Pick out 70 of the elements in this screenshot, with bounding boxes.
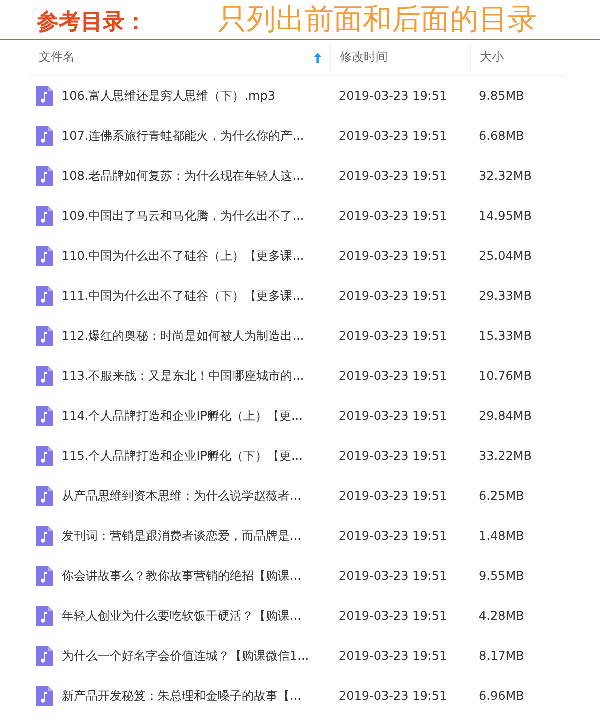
modified-time: 2019-03-23 19:51: [338, 369, 448, 383]
file-name[interactable]: 112.爆红的奥秘：时尚是如何被人为制造出...: [62, 328, 304, 344]
file-size: 25.04MB: [478, 249, 533, 263]
file-name[interactable]: 109.中国出了马云和马化腾，为什么出不了...: [62, 208, 304, 224]
file-size: 1.48MB: [478, 529, 526, 543]
modified-time: 2019-03-23 19:51: [338, 569, 448, 583]
music-file-icon: [36, 686, 53, 706]
column-header[interactable]: 修改时间: [330, 44, 470, 71]
file-size: 9.55MB: [478, 569, 526, 583]
sort-arrow-icon: [314, 52, 322, 62]
file-name[interactable]: 108.老品牌如何复苏：为什么现在年轻人这...: [62, 168, 304, 184]
file-name[interactable]: 106.富人思维还是穷人思维（下）.mp3: [62, 88, 276, 104]
file-name[interactable]: 年轻人创业为什么要吃软饭干硬活？【购课...: [62, 608, 302, 624]
modified-time: 2019-03-23 19:51: [338, 209, 448, 223]
modified-time: 2019-03-23 19:51: [338, 289, 448, 303]
modified-time: 2019-03-23 19:51: [338, 249, 448, 263]
file-name[interactable]: 113.不服来战：又是东北！中国哪座城市的...: [62, 368, 304, 384]
music-file-icon: [36, 446, 53, 466]
music-file-icon: [36, 526, 53, 546]
modified-time: 2019-03-23 19:51: [338, 449, 448, 463]
file-size: 8.17MB: [478, 649, 526, 663]
file-size: 15.33MB: [478, 329, 533, 343]
file-size: 33.22MB: [478, 449, 533, 463]
file-size: 6.68MB: [478, 129, 526, 143]
music-file-icon: [36, 326, 53, 346]
file-name[interactable]: 114.个人品牌打造和企业IP孵化（上）【更...: [62, 408, 303, 424]
modified-time: 2019-03-23 19:51: [338, 329, 448, 343]
modified-time: 2019-03-23 19:51: [338, 409, 448, 423]
banner-title: 参考目录：: [37, 8, 148, 36]
music-file-icon: [36, 246, 53, 266]
modified-time: 2019-03-23 19:51: [338, 169, 448, 183]
column-header[interactable]: 文件名: [30, 44, 330, 71]
music-file-icon: [36, 166, 53, 186]
file-name[interactable]: 新产品开发秘笈：朱总理和金嗓子的故事【...: [62, 688, 302, 704]
file-name[interactable]: 110.中国为什么出不了硅谷（上）【更多课...: [62, 248, 304, 264]
file-size: 10.76MB: [478, 369, 533, 383]
file-name[interactable]: 111.中国为什么出不了硅谷（下）【更多课...: [62, 288, 304, 304]
music-file-icon: [36, 606, 53, 626]
banner-note: 只列出前面和后面的目录: [218, 3, 537, 38]
file-size: 14.95MB: [478, 209, 533, 223]
music-file-icon: [36, 406, 53, 426]
file-size: 4.28MB: [478, 609, 526, 623]
music-file-icon: [36, 86, 53, 106]
file-name[interactable]: 107.连佛系旅行青蛙都能火，为什么你的产...: [62, 128, 304, 144]
modified-time: 2019-03-23 19:51: [338, 689, 448, 703]
file-size: 29.33MB: [478, 289, 533, 303]
column-header[interactable]: 大小: [470, 44, 540, 71]
file-name[interactable]: 你会讲故事么？教你故事营销的绝招【购课...: [62, 568, 302, 584]
modified-time: 2019-03-23 19:51: [338, 529, 448, 543]
file-size: 6.25MB: [478, 489, 526, 503]
file-size: 9.85MB: [478, 89, 526, 103]
music-file-icon: [36, 206, 53, 226]
music-file-icon: [36, 286, 53, 306]
file-name[interactable]: 发刊词：营销是跟消费者谈恋爱，而品牌是...: [62, 528, 302, 544]
music-file-icon: [36, 486, 53, 506]
file-size: 29.84MB: [478, 409, 533, 423]
modified-time: 2019-03-23 19:51: [338, 89, 448, 103]
file-name[interactable]: 115.个人品牌打造和企业IP孵化（下）【更...: [62, 448, 303, 464]
music-file-icon: [36, 566, 53, 586]
music-file-icon: [36, 366, 53, 386]
music-file-icon: [36, 126, 53, 146]
modified-time: 2019-03-23 19:51: [338, 649, 448, 663]
file-size: 32.32MB: [478, 169, 533, 183]
modified-time: 2019-03-23 19:51: [338, 489, 448, 503]
modified-time: 2019-03-23 19:51: [338, 129, 448, 143]
music-file-icon: [36, 646, 53, 666]
file-name[interactable]: 从产品思维到资本思维：为什么说学赵薇者...: [62, 488, 302, 504]
file-name[interactable]: 为什么一个好名字会价值连城？【购课微信1...: [62, 648, 310, 664]
file-size: 6.96MB: [478, 689, 526, 703]
modified-time: 2019-03-23 19:51: [338, 609, 448, 623]
